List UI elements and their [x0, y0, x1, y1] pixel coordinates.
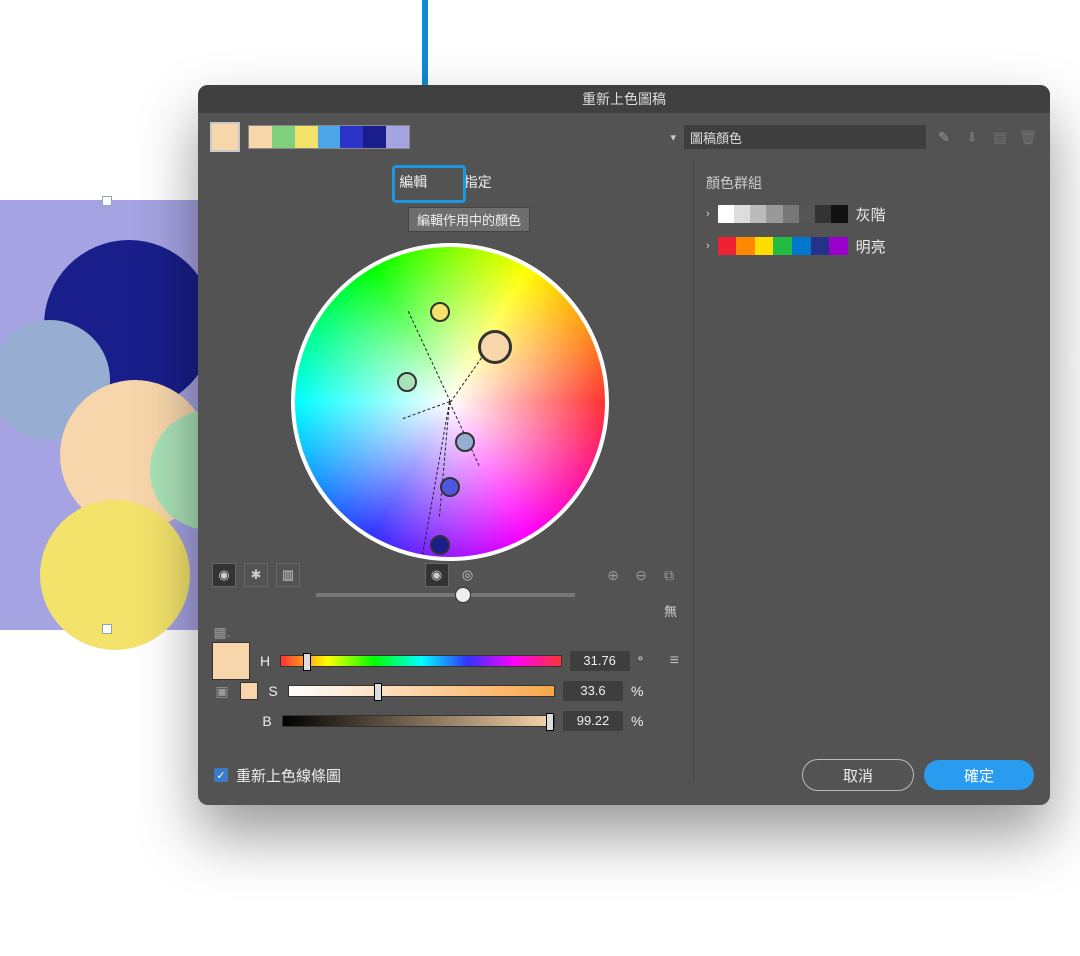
hue-sat-mode-icon[interactable]: ◉ [425, 563, 449, 587]
secondary-swatch[interactable] [240, 682, 258, 700]
brightness-slider[interactable] [316, 593, 575, 597]
bri-label: B [260, 713, 274, 729]
disclosure-icon[interactable]: › [706, 240, 710, 252]
panel-flyout-icon[interactable] [1070, 350, 1080, 370]
color-mode-menu-icon[interactable]: ≡ [670, 652, 679, 670]
color-bars-icon[interactable]: ▥ [276, 563, 300, 587]
brightness-value-slider[interactable] [282, 715, 555, 727]
ok-button[interactable]: 確定 [924, 760, 1034, 790]
color-node[interactable] [440, 477, 460, 497]
sat-value[interactable]: 33.6 [563, 681, 623, 701]
bri-unit: % [631, 713, 647, 729]
tabs: 編輯 指定 編輯作用中的顏色 [212, 169, 679, 203]
color-group-label: 灰階 [856, 204, 886, 225]
eyedropper-icon[interactable]: ✎ [934, 127, 954, 147]
current-color-swatch[interactable] [212, 642, 250, 680]
harmony-color-strip[interactable] [248, 125, 410, 149]
smooth-wheel-icon[interactable]: ◉ [212, 563, 236, 587]
dialog-title: 重新上色圖稿 [198, 85, 1050, 113]
hue-value[interactable]: 31.76 [570, 651, 630, 671]
color-node[interactable] [430, 302, 450, 322]
recolor-dialog: 重新上色圖稿 ▾ 圖稿顏色 ✎ ⬇ ▤ 🗑 編輯 指定 編輯作用中的顏色 [198, 85, 1050, 805]
color-group-row[interactable]: › 明亮 [706, 233, 1038, 259]
add-color-icon[interactable]: ⊕ [603, 565, 623, 585]
color-node[interactable] [430, 535, 450, 555]
folder-icon[interactable]: ▤ [990, 127, 1010, 147]
cancel-button[interactable]: 取消 [802, 759, 914, 791]
hue-slider[interactable] [280, 655, 562, 667]
sat-unit: % [631, 683, 647, 699]
bri-value[interactable]: 99.22 [563, 711, 623, 731]
active-color-swatch[interactable] [210, 122, 240, 152]
hue-unit: ° [638, 653, 654, 669]
segmented-wheel-icon[interactable]: ✱ [244, 563, 268, 587]
artwork-canvas [0, 200, 210, 630]
save-group-icon[interactable]: ⬇ [962, 127, 982, 147]
tab-assign[interactable]: 指定 [448, 169, 508, 195]
color-node[interactable] [455, 432, 475, 452]
trash-icon[interactable]: 🗑 [1018, 127, 1038, 147]
color-node-selected[interactable] [478, 330, 512, 364]
disclosure-icon[interactable]: › [706, 208, 710, 220]
color-mode-none-label: 無 [212, 601, 677, 620]
color-group-name-field[interactable]: 圖稿顏色 [684, 125, 926, 149]
cube-icon[interactable]: ▣ [212, 681, 232, 701]
brightness-mode-icon[interactable]: ◎ [457, 564, 479, 586]
tab-edit[interactable]: 編輯 [383, 169, 443, 195]
unlink-harmony-icon[interactable]: ⧉ [659, 565, 679, 585]
color-groups-title: 顏色群組 [706, 173, 1038, 193]
color-node[interactable] [397, 372, 417, 392]
recolor-strokes-checkbox[interactable]: ✓ [214, 768, 228, 782]
saturation-slider[interactable] [288, 685, 555, 697]
tooltip: 編輯作用中的顏色 [408, 207, 530, 232]
hue-label: H [258, 653, 272, 669]
recolor-strokes-label: 重新上色線條圖 [236, 765, 341, 786]
remove-color-icon[interactable]: ⊖ [631, 565, 651, 585]
sat-label: S [266, 683, 280, 699]
color-group-swatches [718, 237, 848, 255]
color-group-row[interactable]: › 灰階 [706, 201, 1038, 227]
color-group-swatches [718, 205, 848, 223]
color-wheel[interactable] [291, 243, 601, 553]
swatch-grid-icon[interactable]: ▦. [212, 622, 232, 642]
color-group-label: 明亮 [856, 236, 886, 257]
harmony-dropdown[interactable]: ▾ [662, 131, 684, 144]
